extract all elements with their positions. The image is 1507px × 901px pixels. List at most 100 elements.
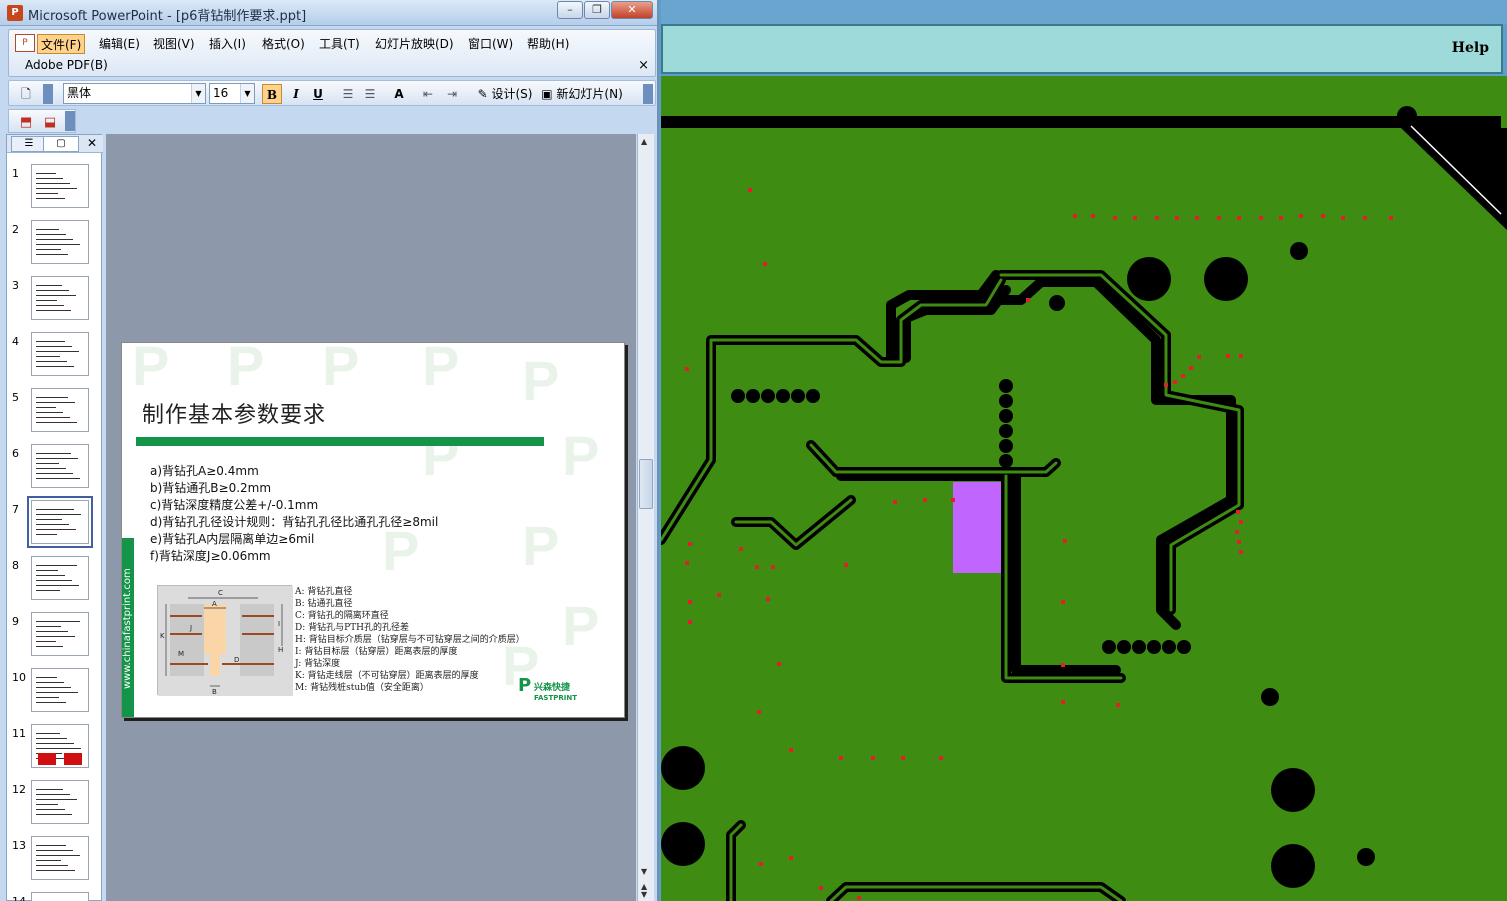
slide-thumbnail-image[interactable] xyxy=(31,388,89,432)
bold-button[interactable]: B xyxy=(262,84,282,104)
chevron-down-icon[interactable]: ▼ xyxy=(191,84,205,103)
thumbnail-line xyxy=(36,254,68,255)
slide-thumbnail-11[interactable]: 11 xyxy=(7,719,103,775)
menu-file[interactable]: 文件(F) xyxy=(37,34,86,54)
font-name-field[interactable]: 黑体 ▼ xyxy=(63,83,206,104)
title-bar: P Microsoft PowerPoint - [p6背钻制作要求.ppt] … xyxy=(0,0,657,26)
tab-slides[interactable]: ▢ xyxy=(43,136,79,152)
scroll-up-icon[interactable]: ▲ xyxy=(641,137,647,146)
menu-edit[interactable]: 编辑(E) xyxy=(96,34,143,54)
slide-thumbnail-6[interactable]: 6 xyxy=(7,439,103,495)
slide-thumbnail-1[interactable]: 1 xyxy=(7,159,103,215)
menu-help[interactable]: 帮助(H) xyxy=(524,34,572,54)
slide-thumbnail-image[interactable] xyxy=(31,164,89,208)
close-icon[interactable]: ✕ xyxy=(87,136,97,150)
slide-thumbnail-image[interactable] xyxy=(31,892,89,901)
slide-thumbnail-image[interactable] xyxy=(31,444,89,488)
menu-bar: P 文件(F) 编辑(E) 视图(V) 插入(I) 格式(O) 工具(T) 幻灯… xyxy=(8,29,656,77)
slide-thumbnail-9[interactable]: 9 xyxy=(7,607,103,663)
slide-thumbnail-12[interactable]: 12 xyxy=(7,775,103,831)
pcb-viewer-menubar: Help xyxy=(661,24,1503,74)
slide-title: 制作基本参数要求 xyxy=(142,403,327,428)
thumbnail-line xyxy=(36,198,65,199)
menu-view[interactable]: 视图(V) xyxy=(150,34,198,54)
scroll-down-icon[interactable]: ▼ xyxy=(641,867,647,876)
slide-thumbnail-13[interactable]: 13 xyxy=(7,831,103,887)
slide-thumbnail-7[interactable]: 7 xyxy=(7,495,103,551)
thumbnail-line xyxy=(36,305,64,306)
slide-thumbnail-10[interactable]: 10 xyxy=(7,663,103,719)
slide-thumbnail-4[interactable]: 4 xyxy=(7,327,103,383)
menu-window[interactable]: 窗口(W) xyxy=(465,34,516,54)
thumbnail-line xyxy=(36,361,67,362)
slide-thumbnail-image[interactable] xyxy=(31,556,89,600)
thumbnail-line xyxy=(36,789,63,790)
slide-thumbnail-image[interactable] xyxy=(31,836,89,880)
tab-outline[interactable]: ☰ xyxy=(11,136,47,152)
thumbnail-line xyxy=(36,631,68,632)
slide-thumbnail-image[interactable] xyxy=(31,332,89,376)
menu-close-icon[interactable]: × xyxy=(638,58,649,73)
thumbnail-line xyxy=(36,458,78,459)
thumbnail-line xyxy=(36,733,60,734)
thumbnail-line xyxy=(36,519,62,520)
font-size-field[interactable]: 16 ▼ xyxy=(209,83,255,104)
slide-thumbnail-image[interactable] xyxy=(31,724,89,768)
decrease-indent-icon[interactable]: ⇤ xyxy=(419,84,437,104)
slide-thumbnail-image[interactable] xyxy=(31,780,89,824)
svg-text:C: C xyxy=(218,589,223,597)
slide-thumbnail-5[interactable]: 5 xyxy=(7,383,103,439)
thumbnail-line xyxy=(36,468,66,469)
design-label: 设计(S) xyxy=(491,87,533,101)
design-button[interactable]: ✎ 设计(S) xyxy=(471,84,539,104)
chevron-down-icon[interactable]: ▼ xyxy=(240,84,254,103)
toolbar-options-icon[interactable] xyxy=(643,84,653,104)
italic-button[interactable]: I xyxy=(287,84,305,104)
thumbnail-line xyxy=(36,478,80,479)
underline-button[interactable]: U xyxy=(309,84,327,104)
bullet-list-icon[interactable]: ☰ xyxy=(361,84,379,104)
help-menu[interactable]: Help xyxy=(1452,40,1489,56)
toolbar-options-icon[interactable] xyxy=(43,84,53,104)
increase-indent-icon[interactable]: ⇥ xyxy=(443,84,461,104)
new-document-icon[interactable]: 🗋 xyxy=(17,84,35,104)
menu-tools[interactable]: 工具(T) xyxy=(316,34,363,54)
close-button[interactable]: ✕ xyxy=(611,1,653,19)
svg-text:K: K xyxy=(160,632,165,640)
minimize-button[interactable]: – xyxy=(557,1,583,19)
vertical-scrollbar[interactable]: ▲ ▼ ▲ ▼ xyxy=(637,134,654,901)
thumbnail-line xyxy=(36,575,65,576)
thumbnail-tabs: ☰ ▢ ✕ xyxy=(7,135,103,153)
slide-thumbnail-image[interactable] xyxy=(27,496,93,548)
thumbnail-line xyxy=(36,865,68,866)
slide-thumbnail-8[interactable]: 8 xyxy=(7,551,103,607)
thumbnail-line xyxy=(36,529,76,530)
thumbnail-line xyxy=(36,794,70,795)
menu-format[interactable]: 格式(O) xyxy=(259,34,308,54)
restore-button[interactable]: ❐ xyxy=(584,1,610,19)
new-slide-button[interactable]: ▣ 新幻灯片(N) xyxy=(537,84,627,104)
current-slide[interactable]: P P P P P P P P P P P 制作基本参数要求 www.china… xyxy=(121,342,625,718)
thumbnail-line xyxy=(36,590,60,591)
numbered-list-icon[interactable]: ☰ xyxy=(339,84,357,104)
slide-thumbnail-3[interactable]: 3 xyxy=(7,271,103,327)
scrollbar-thumb[interactable] xyxy=(639,459,653,509)
menu-slideshow[interactable]: 幻灯片放映(D) xyxy=(372,34,457,54)
menu-adobe-pdf[interactable]: Adobe PDF(B) xyxy=(25,58,108,72)
toolbar-options-icon[interactable] xyxy=(65,111,75,131)
slide-thumbnail-image[interactable] xyxy=(31,668,89,712)
document-icon[interactable]: P xyxy=(15,34,35,52)
next-slide-icon[interactable]: ▼ xyxy=(641,890,647,899)
slide-thumbnail-14[interactable]: 14 xyxy=(7,887,103,901)
menu-insert[interactable]: 插入(I) xyxy=(206,34,249,54)
increase-font-icon[interactable]: A xyxy=(389,84,409,104)
pdf-email-icon[interactable]: ⬓ xyxy=(41,113,59,133)
slide-thumbnail-image[interactable] xyxy=(31,612,89,656)
pdf-convert-icon[interactable]: ⬒ xyxy=(17,113,35,133)
slide-thumbnail-2[interactable]: 2 xyxy=(7,215,103,271)
svg-text:D: D xyxy=(234,656,239,664)
slide-thumbnail-image[interactable] xyxy=(31,220,89,264)
pcb-canvas[interactable] xyxy=(661,76,1507,901)
thumbnail-line xyxy=(36,626,61,627)
slide-thumbnail-image[interactable] xyxy=(31,276,89,320)
